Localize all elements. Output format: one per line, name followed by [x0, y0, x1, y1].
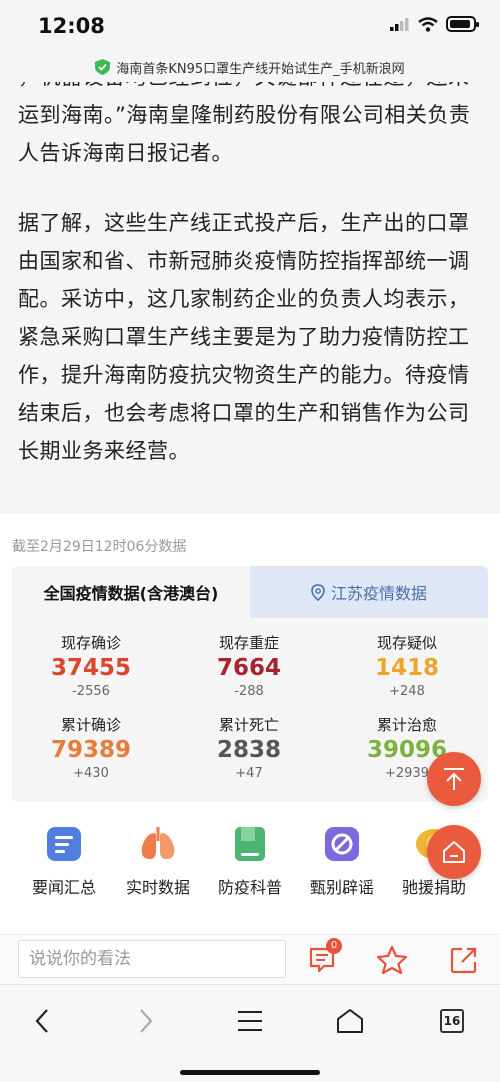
lungs-icon — [138, 824, 178, 864]
star-icon — [376, 945, 408, 975]
stat-label: 累计确诊 — [60, 716, 121, 734]
stat-current-suspected: 现存疑似 1418 +248 — [328, 632, 486, 702]
comment-input[interactable]: 说说你的看法 — [18, 940, 286, 978]
status-bar: 12:08 — [0, 0, 500, 52]
comment-bar: 说说你的看法 0 — [0, 934, 500, 984]
stat-total-deaths: 累计死亡 2838 +47 — [170, 714, 328, 784]
stat-label: 累计死亡 — [218, 716, 279, 734]
home-button[interactable] — [330, 1003, 370, 1039]
ban-icon — [322, 824, 362, 864]
shortcut-rumor-check[interactable]: 甄别辟谣 — [294, 824, 390, 898]
article-paragraph: 据了解，这些生产线正式投产后，生产出的口罩由国家和省、市新冠肺炎疫情防控指挥部统… — [18, 211, 470, 463]
menu-icon — [238, 1011, 262, 1031]
browser-toolbar: 16 — [0, 984, 500, 1082]
menu-button[interactable] — [230, 1003, 270, 1039]
shortcut-label: 甄别辟谣 — [309, 878, 374, 897]
shortcut-label: 防疫科普 — [217, 878, 282, 897]
stat-value: 1418 — [374, 655, 439, 681]
stat-value: 79389 — [50, 737, 132, 763]
status-icons — [390, 16, 479, 32]
shortcut-prevention-science[interactable]: 防疫科普 — [202, 824, 298, 898]
stat-delta: +430 — [73, 766, 109, 781]
battery-icon — [446, 16, 479, 32]
share-icon — [450, 947, 477, 974]
book-icon — [230, 824, 270, 864]
signal-icon — [390, 18, 409, 31]
url-bar[interactable]: 海南首条KN95口罩生产线开始试生产_手机新浪网 — [0, 52, 500, 82]
stat-value: 7664 — [216, 655, 281, 681]
scroll-to-top-button[interactable] — [427, 752, 481, 806]
wifi-icon — [418, 16, 438, 32]
shortcut-news-summary[interactable]: 要闻汇总 — [16, 824, 112, 898]
shortcut-label: 实时数据 — [125, 878, 190, 897]
home-indicator — [180, 1070, 320, 1075]
status-time: 12:08 — [38, 14, 105, 38]
stat-label: 累计治愈 — [376, 716, 437, 734]
stat-total-confirmed: 累计确诊 79389 +430 — [12, 714, 170, 784]
stat-label: 现存疑似 — [376, 634, 437, 652]
stat-delta: +248 — [389, 684, 425, 699]
shortcut-realtime-data[interactable]: 实时数据 — [110, 824, 206, 898]
comments-button[interactable]: 0 — [304, 938, 342, 978]
arrow-up-icon — [444, 768, 464, 790]
news-summary-icon — [44, 824, 84, 864]
home-float-button[interactable] — [427, 825, 481, 879]
stat-delta: +47 — [235, 766, 263, 781]
shortcut-label: 驰援捐助 — [401, 878, 466, 897]
data-timestamp: 截至2月29日12时06分数据 — [12, 539, 187, 555]
shortcut-row: 要闻汇总 实时数据 防疫科普 甄别辟谣 驰援捐助 — [0, 824, 500, 914]
favorite-button[interactable] — [374, 942, 410, 978]
stat-delta: -288 — [234, 684, 264, 699]
stat-value: 37455 — [50, 655, 132, 681]
stat-current-severe: 现存重症 7664 -288 — [170, 632, 328, 702]
article-paragraph: ，机器设备均已经到位，关键部件还在途，还未运到海南。”海南皇隆制药股份有限公司相… — [18, 82, 471, 165]
comment-count-badge: 0 — [326, 938, 342, 954]
stat-value: 2838 — [216, 737, 281, 763]
article-body: ，机器设备均已经到位，关键部件还在途，还未运到海南。”海南皇隆制药股份有限公司相… — [0, 82, 500, 514]
tab-jiangsu-data[interactable]: 江苏疫情数据 — [250, 566, 488, 618]
stat-label: 现存确诊 — [60, 634, 121, 652]
tabs-button[interactable]: 16 — [432, 1003, 472, 1039]
share-button[interactable] — [446, 942, 482, 978]
location-pin-icon — [311, 583, 325, 601]
home-icon — [443, 841, 465, 863]
forward-button[interactable] — [126, 1003, 166, 1039]
page-title: 海南首条KN95口罩生产线开始试生产_手机新浪网 — [116, 61, 405, 77]
back-button[interactable] — [22, 1003, 62, 1039]
epidemic-card: 全国疫情数据(含港澳台) 江苏疫情数据 现存确诊 37455 -2556 现存重… — [12, 566, 488, 802]
home-outline-icon — [337, 1009, 363, 1033]
stat-current-confirmed: 现存确诊 37455 -2556 — [12, 632, 170, 702]
shield-check-icon — [95, 59, 111, 75]
chevron-left-icon — [35, 1009, 48, 1033]
stat-label: 现存重症 — [218, 634, 279, 652]
stat-delta: -2556 — [72, 684, 110, 699]
tab-national-data[interactable]: 全国疫情数据(含港澳台) — [12, 566, 250, 618]
shortcut-label: 要闻汇总 — [31, 878, 96, 897]
tab-count: 16 — [440, 1009, 464, 1033]
tab-jiangsu-label: 江苏疫情数据 — [330, 584, 427, 603]
chevron-right-icon — [140, 1009, 153, 1033]
